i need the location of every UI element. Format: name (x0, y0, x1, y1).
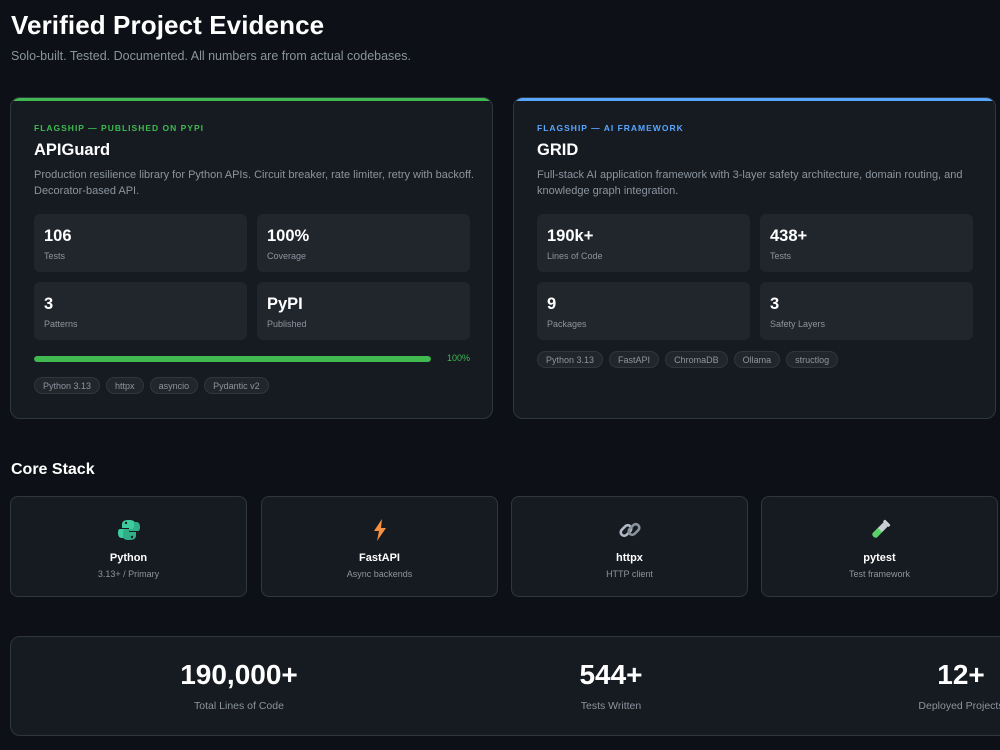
stat-box-safety-layers: 3 Safety Layers (760, 282, 973, 340)
card-eyebrow: FLAGSHIP — PUBLISHED ON PYPI (34, 123, 205, 133)
stat-label: Published (267, 319, 307, 329)
lightning-icon (262, 517, 497, 543)
total-value: 544+ (579, 659, 643, 690)
stack-card-pytest: pytest Test framework (761, 496, 998, 597)
stat-value: 9 (547, 295, 557, 313)
total-label: Deployed Projects (918, 700, 1000, 712)
stat-label: Tests (44, 251, 66, 261)
tag: Ollama (733, 351, 781, 368)
card-title: GRID (537, 141, 579, 159)
tag-list: Python 3.13 FastAPI ChromaDB Ollama stru… (537, 351, 839, 368)
stat-value: 3 (44, 295, 54, 313)
stat-value: 190k+ (547, 227, 594, 245)
stack-name: FastAPI (359, 552, 400, 564)
tag: ChromaDB (665, 351, 728, 368)
tag: Python 3.13 (34, 377, 101, 394)
page-subtitle: Solo-built. Tested. Documented. All numb… (11, 49, 411, 63)
totals-panel: 190,000+ Total Lines of Code 544+ Tests … (10, 636, 1000, 736)
project-card-grid: FLAGSHIP — AI FRAMEWORK GRID Full-stack … (513, 97, 996, 419)
stat-box-packages: 9 Packages (537, 282, 750, 340)
stat-box-coverage: 100% Coverage (257, 214, 470, 272)
stat-label: Patterns (44, 319, 78, 329)
stat-box-patterns: 3 Patterns (34, 282, 247, 340)
card-title: APIGuard (34, 141, 111, 159)
page: Verified Project Evidence Solo-built. Te… (0, 0, 1000, 750)
progress-label: 100% (447, 353, 471, 363)
stat-label: Packages (547, 319, 587, 329)
stat-label: Lines of Code (547, 251, 603, 261)
stat-box-tests: 106 Tests (34, 214, 247, 272)
card-accent-bar (11, 98, 492, 101)
tag-list: Python 3.13 httpx asyncio Pydantic v2 (34, 377, 269, 394)
progress-fill (34, 356, 431, 362)
stack-description: HTTP client (606, 569, 653, 579)
stack-description: Test framework (848, 569, 910, 579)
test-tube-icon (762, 517, 997, 543)
tag: FastAPI (609, 351, 660, 368)
stack-description: 3.13+ / Primary (97, 569, 160, 579)
stat-value: 100% (267, 227, 310, 245)
stack-card-httpx: httpx HTTP client (511, 496, 748, 597)
tag: asyncio (149, 377, 199, 394)
stack-name: pytest (863, 552, 896, 564)
total-label: Total Lines of Code (194, 700, 284, 712)
tag: Pydantic v2 (204, 377, 269, 394)
stat-value: 3 (770, 295, 780, 313)
stat-value: 438+ (770, 227, 808, 245)
total-value: 12+ (937, 659, 985, 690)
stat-value: PyPI (267, 295, 303, 313)
stack-card-fastapi: FastAPI Async backends (261, 496, 498, 597)
card-accent-bar (514, 98, 995, 101)
tag: structlog (786, 351, 839, 368)
card-description: Full-stack AI application framework with… (537, 169, 963, 197)
stat-value: 106 (44, 227, 72, 245)
tag: Python 3.13 (537, 351, 604, 368)
stack-name: Python (109, 552, 148, 564)
stat-label: Coverage (267, 251, 307, 261)
stat-label: Tests (770, 251, 792, 261)
total-label: Tests Written (580, 700, 642, 712)
page-title: Verified Project Evidence (11, 10, 325, 40)
stat-box-tests: 438+ Tests (760, 214, 973, 272)
card-eyebrow: FLAGSHIP — AI FRAMEWORK (537, 123, 684, 133)
coverage-progress-bar (34, 356, 431, 362)
section-title-core-stack: Core Stack (11, 461, 95, 478)
card-description: Production resilience library for Python… (34, 169, 474, 197)
project-card-apiguard: FLAGSHIP — PUBLISHED ON PYPI APIGuard Pr… (10, 97, 493, 419)
stack-card-python: Python 3.13+ / Primary (10, 496, 247, 597)
stat-box-lines-of-code: 190k+ Lines of Code (537, 214, 750, 272)
stat-label: Safety Layers (770, 319, 826, 329)
tag: httpx (106, 377, 144, 394)
stat-box-published: PyPI Published (257, 282, 470, 340)
total-value: 190,000+ (180, 659, 298, 690)
python-icon (11, 517, 246, 543)
stack-name: httpx (616, 552, 643, 564)
stack-description: Async backends (346, 569, 413, 579)
link-icon (512, 517, 747, 543)
